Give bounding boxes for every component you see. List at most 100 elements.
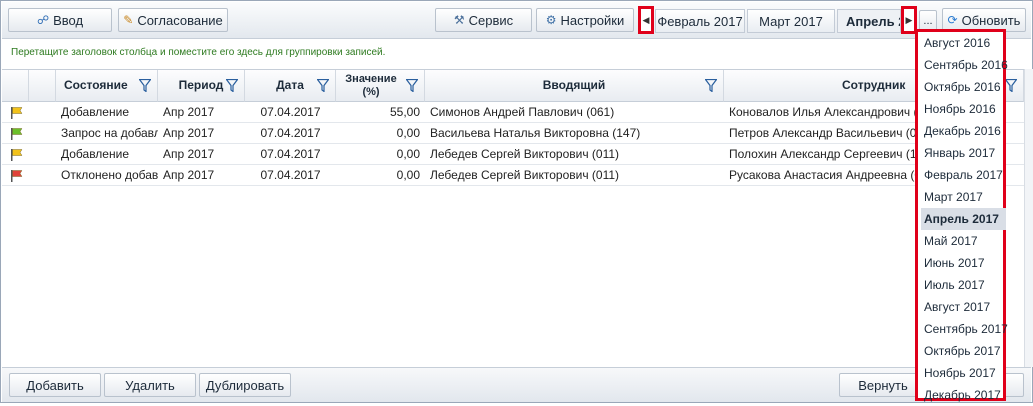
input-button[interactable]: ☍ Ввод [8,8,112,32]
input-button-label: Ввод [53,12,84,28]
month-option[interactable]: Октябрь 2017 [921,340,1006,362]
prev-month-button[interactable]: ◀ [638,6,654,34]
cell-value: 0,00 [396,147,420,161]
column-header-label: Значение (%) [345,72,397,98]
cell-entered-by: Лебедев Сергей Викторович (011) [430,168,620,182]
cell-period: Апр 2017 [163,168,215,182]
column-header-label: Вводящий [542,78,606,92]
duplicate-button-label: Дублировать [205,377,285,393]
cell-state: Отклонено добавление [61,168,158,182]
data-grid: Состояние Период Дата Значение (%) Вводя… [2,69,1024,368]
cell-period: Апр 2017 [163,126,215,140]
cell-state: Добавление [61,147,129,161]
cell-entered-by: Симонов Андрей Павлович (061) [430,105,615,119]
return-button-label: Вернуть [858,377,908,393]
table-row[interactable]: Добавление Апр 2017 07.04.2017 55,00 Симонов… [2,102,1024,123]
table-row[interactable]: Отклонено добавление Апр 2017 07.04.2017 0,… [2,165,1024,186]
vertical-scrollbar[interactable] [1024,69,1033,367]
table-row[interactable]: Запрос на добавление Апр 2017 07.04.2017 0,… [2,123,1024,144]
column-header-entered-by[interactable]: Вводящий [425,70,724,102]
month-option[interactable]: Март 2017 [921,186,1006,208]
return-button[interactable]: Вернуть [839,373,927,397]
service-button-label: Сервис [468,12,514,28]
cell-date: 07.04.2017 [260,168,321,182]
month-option[interactable]: Апрель 2017 [921,208,1006,230]
month-option[interactable]: Май 2017 [921,230,1006,252]
cell-entered-by: Лебедев Сергей Викторович (011) [430,147,620,161]
cell-period: Апр 2017 [163,105,215,119]
edit-document-icon: ✎ [123,13,134,27]
month-option[interactable]: Июль 2017 [921,274,1006,296]
filter-icon[interactable] [406,79,418,92]
hierarchy-icon: ☍ [36,13,50,27]
toolbar: ☍ Ввод ✎ Согласование ⚒ Сервис ⚙ Настрой… [2,2,1031,39]
add-button[interactable]: Добавить [9,373,101,397]
month-dropdown[interactable]: Август 2016 Сентябрь 2016 Октябрь 2016 Нояб… [915,29,1008,402]
filter-icon[interactable] [139,79,151,92]
status-flag-icon [11,170,23,182]
month-option[interactable]: Ноябрь 2016 [921,98,1006,120]
cell-value: 0,00 [396,168,420,182]
month-option[interactable]: Август 2017 [921,296,1006,318]
delete-button[interactable]: Удалить [104,373,196,397]
month-option[interactable]: Июнь 2017 [921,252,1006,274]
settings-button-label: Настройки [560,12,625,28]
flag-header [29,70,56,102]
month-option[interactable]: Октябрь 2016 [921,76,1006,98]
month-tab-label: Февраль 2017 [657,13,743,29]
month-option[interactable]: Январь 2017 [921,142,1006,164]
bottom-toolbar: Добавить Удалить Дублировать Вернуть [2,367,1031,402]
cell-value: 55,00 [389,105,420,119]
month-option[interactable]: Сентябрь 2016 [921,54,1008,76]
refresh-icon: ⟳ [947,13,958,27]
tools-icon: ⚒ [453,13,465,27]
service-button[interactable]: ⚒ Сервис [435,8,532,32]
add-button-label: Добавить [26,377,84,393]
filter-icon[interactable] [1005,79,1017,92]
month-tab-mar-2017[interactable]: Март 2017 [747,9,835,33]
status-flag-icon [11,128,23,140]
cell-value: 0,00 [396,126,420,140]
filter-icon[interactable] [705,79,717,92]
cell-date: 07.04.2017 [260,126,321,140]
column-header-label: Состояние [64,78,128,92]
month-tab-label: Апрель 2017 [846,13,900,29]
table-row[interactable]: Добавление Апр 2017 07.04.2017 0,00 Лебедев … [2,144,1024,165]
column-header-label: Сотрудник [842,78,906,92]
month-tab-label: Март 2017 [759,13,823,29]
column-header-value[interactable]: Значение (%) [336,70,425,102]
month-option[interactable]: Февраль 2017 [921,164,1006,186]
column-header-state[interactable]: Состояние [56,70,158,102]
status-flag-icon [11,107,23,119]
cell-state: Запрос на добавление [61,126,158,140]
approval-button[interactable]: ✎ Согласование [118,8,228,32]
month-tab-feb-2017[interactable]: Февраль 2017 [655,9,745,33]
column-header-date[interactable]: Дата [245,70,336,102]
cell-state: Добавление [61,105,129,119]
filter-icon[interactable] [317,79,329,92]
month-option[interactable]: Август 2016 [921,32,1006,54]
month-option[interactable]: Ноябрь 2017 [921,362,1006,384]
app-window: ☍ Ввод ✎ Согласование ⚒ Сервис ⚙ Настрой… [0,0,1033,403]
group-by-hint: Перетащите заголовок столбца и поместите… [11,47,386,58]
column-header-period[interactable]: Период [158,70,245,102]
cell-period: Апр 2017 [163,147,215,161]
indicator-header [2,70,29,102]
chevron-left-icon: ◀ [642,14,650,25]
cell-entered-by: Васильева Наталья Викторовна (147) [430,126,641,140]
column-header-label: Дата [276,78,304,92]
approval-button-label: Согласование [137,12,223,28]
gear-icon: ⚙ [545,13,557,27]
month-option[interactable]: Декабрь 2016 [921,120,1006,142]
duplicate-button[interactable]: Дублировать [199,373,291,397]
month-option[interactable]: Сентябрь 2017 [921,318,1008,340]
cell-date: 07.04.2017 [260,105,321,119]
cell-date: 07.04.2017 [260,147,321,161]
more-months-label: ... [923,15,933,27]
month-tab-apr-2017[interactable]: Апрель 2017 [837,9,901,33]
status-flag-icon [11,149,23,161]
filter-icon[interactable] [226,79,238,92]
refresh-button-label: Обновить [961,12,1021,28]
column-header-label: Период [178,78,224,92]
settings-button[interactable]: ⚙ Настройки [536,8,634,32]
